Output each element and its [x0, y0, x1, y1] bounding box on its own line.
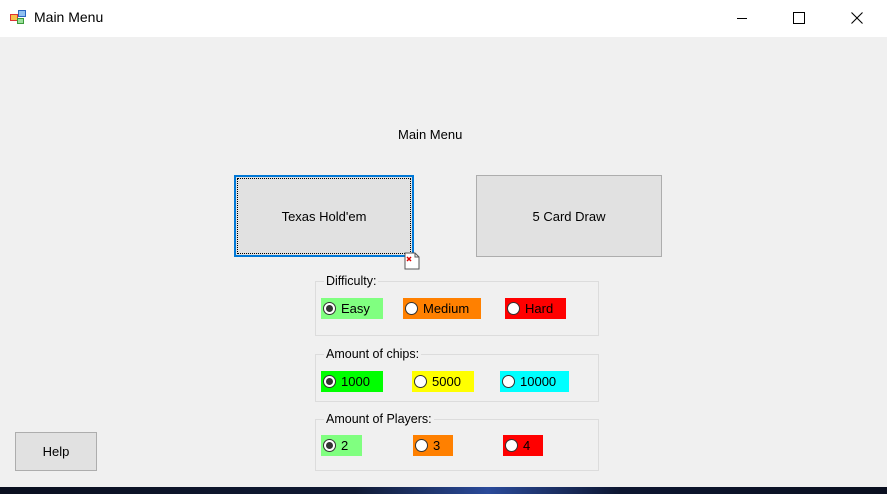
- maximize-icon: [793, 11, 805, 24]
- minimize-button[interactable]: [713, 0, 771, 35]
- radio-unchecked-icon: [507, 302, 520, 315]
- five-card-draw-label: 5 Card Draw: [532, 208, 606, 224]
- players-2-radio[interactable]: 2: [321, 435, 362, 456]
- radio-label: Easy: [341, 301, 370, 316]
- radio-label: 2: [341, 438, 349, 453]
- minimize-icon: [737, 17, 747, 19]
- players-4-radio[interactable]: 4: [503, 435, 543, 456]
- page-heading: Main Menu: [398, 127, 463, 142]
- radio-checked-icon: [323, 439, 336, 452]
- radio-label: Medium: [423, 301, 470, 316]
- chips-10000-radio[interactable]: 10000: [500, 371, 569, 392]
- chips-label: Amount of chips:: [324, 347, 422, 361]
- radio-label: 4: [523, 438, 531, 453]
- radio-unchecked-icon: [502, 375, 515, 388]
- radio-label: 10000: [520, 374, 557, 389]
- players-label: Amount of Players:: [324, 412, 434, 426]
- broken-image-icon: [404, 252, 420, 270]
- difficulty-medium-radio[interactable]: Medium: [403, 298, 481, 319]
- chips-1000-radio[interactable]: 1000: [321, 371, 383, 392]
- texas-holdem-label: Texas Hold'em: [281, 208, 367, 224]
- players-3-radio[interactable]: 3: [413, 435, 453, 456]
- radio-checked-icon: [323, 302, 336, 315]
- difficulty-hard-radio[interactable]: Hard: [505, 298, 566, 319]
- radio-unchecked-icon: [505, 439, 518, 452]
- difficulty-easy-radio[interactable]: Easy: [321, 298, 383, 319]
- radio-label: 5000: [432, 374, 461, 389]
- radio-unchecked-icon: [414, 375, 427, 388]
- help-label: Help: [42, 444, 70, 459]
- texas-holdem-button[interactable]: Texas Hold'em: [234, 175, 414, 257]
- difficulty-label: Difficulty:: [324, 274, 379, 288]
- app-icon: [10, 10, 26, 24]
- desktop-background-strip: [0, 487, 887, 494]
- window-title: Main Menu: [34, 9, 104, 25]
- radio-unchecked-icon: [415, 439, 428, 452]
- radio-checked-icon: [323, 375, 336, 388]
- title-bar: Main Menu: [0, 0, 887, 37]
- radio-unchecked-icon: [405, 302, 418, 315]
- close-icon: [851, 11, 863, 24]
- five-card-draw-button[interactable]: 5 Card Draw: [476, 175, 662, 257]
- radio-label: 1000: [341, 374, 370, 389]
- maximize-button[interactable]: [770, 0, 828, 35]
- help-button[interactable]: Help: [15, 432, 97, 471]
- radio-label: Hard: [525, 301, 554, 316]
- radio-label: 3: [433, 438, 441, 453]
- chips-5000-radio[interactable]: 5000: [412, 371, 474, 392]
- close-button[interactable]: [828, 0, 886, 35]
